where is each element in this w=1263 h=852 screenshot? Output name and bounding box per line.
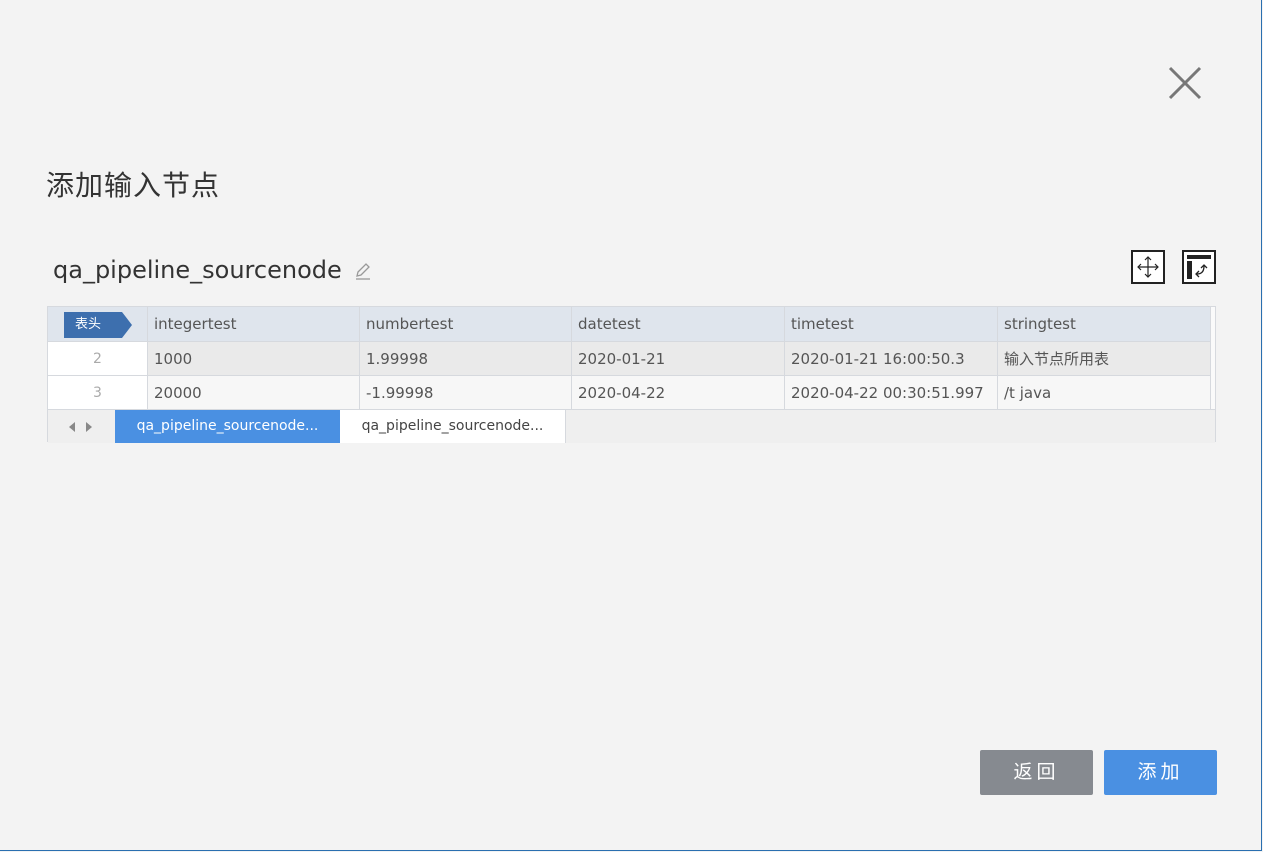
dialog-title: 添加输入节点 (46, 169, 221, 202)
table-cell[interactable]: 输入节点所用表 (998, 342, 1211, 376)
layout-icon[interactable] (1182, 250, 1216, 284)
table-cell[interactable]: 1.99998 (360, 342, 572, 376)
table-cell[interactable]: 2020-04-22 (572, 376, 785, 410)
table-cell[interactable]: /t java (998, 376, 1211, 410)
table-cell[interactable]: 1000 (148, 342, 360, 376)
row-number: 3 (48, 376, 148, 410)
table-cell[interactable]: 20000 (148, 376, 360, 410)
grid-header-row: 表头 integertest numbertest datetest timet… (48, 307, 1211, 341)
header-corner: 表头 (48, 307, 148, 341)
table-row[interactable]: 2 1000 1.99998 2020-01-21 2020-01-21 16:… (48, 341, 1211, 376)
add-button[interactable]: 添加 (1104, 750, 1217, 795)
column-header[interactable]: integertest (148, 307, 360, 341)
sheet-tab-active[interactable]: qa_pipeline_sourcenode... (115, 410, 340, 443)
back-button[interactable]: 返回 (980, 750, 1093, 795)
sheet-tab-bar: qa_pipeline_sourcenode... qa_pipeline_so… (48, 409, 1215, 443)
column-header[interactable]: stringtest (998, 307, 1211, 341)
column-header[interactable]: datetest (572, 307, 785, 341)
column-header[interactable]: numbertest (360, 307, 572, 341)
row-number: 2 (48, 342, 148, 376)
table-cell[interactable]: -1.99998 (360, 376, 572, 410)
sheet-nav-arrows-icon[interactable] (66, 419, 96, 435)
table-row[interactable]: 3 20000 -1.99998 2020-04-22 2020-04-22 0… (48, 375, 1211, 411)
pencil-icon[interactable] (354, 262, 372, 280)
header-tag[interactable]: 表头 (64, 312, 132, 338)
table-cell[interactable]: 2020-04-22 00:30:51.997 (785, 376, 998, 410)
column-header[interactable]: timetest (785, 307, 998, 341)
node-name: qa_pipeline_sourcenode (53, 256, 342, 284)
sheet-tab[interactable]: qa_pipeline_sourcenode... (340, 410, 566, 443)
table-cell[interactable]: 2020-01-21 (572, 342, 785, 376)
table-cell[interactable]: 2020-01-21 16:00:50.3 (785, 342, 998, 376)
close-icon[interactable] (1166, 64, 1204, 102)
data-preview-grid: 表头 integertest numbertest datetest timet… (47, 306, 1216, 443)
expand-icon[interactable] (1131, 250, 1165, 284)
